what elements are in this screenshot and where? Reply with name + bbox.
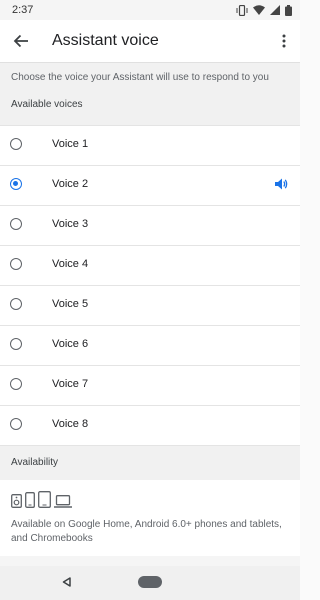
radio-button[interactable] bbox=[10, 378, 22, 390]
voice-description: Choose the voice your Assistant will use… bbox=[11, 72, 269, 83]
available-voices-header: Available voices bbox=[11, 99, 83, 110]
radio-button[interactable] bbox=[10, 258, 22, 270]
laptop-icon bbox=[54, 495, 72, 508]
system-nav-bar bbox=[0, 566, 300, 600]
vibrate-icon bbox=[236, 4, 248, 16]
phone-icon bbox=[25, 492, 35, 508]
arrow-back-icon bbox=[13, 34, 28, 48]
voice-option-4[interactable]: Voice 4 bbox=[0, 246, 300, 286]
signal-icon bbox=[270, 5, 280, 15]
speaker-icon bbox=[11, 494, 22, 508]
voice-option-7[interactable]: Voice 7 bbox=[0, 366, 300, 406]
status-time: 2:37 bbox=[12, 4, 34, 16]
nav-home-pill[interactable] bbox=[138, 576, 162, 588]
voice-option-3[interactable]: Voice 3 bbox=[0, 206, 300, 246]
radio-button[interactable] bbox=[10, 418, 22, 430]
radio-button[interactable] bbox=[10, 138, 22, 150]
voice-option-6[interactable]: Voice 6 bbox=[0, 326, 300, 366]
voice-option-1[interactable]: Voice 1 bbox=[0, 125, 300, 166]
status-icons bbox=[236, 4, 292, 16]
more-options-button[interactable] bbox=[272, 26, 296, 56]
voice-label: Voice 1 bbox=[52, 138, 89, 150]
voice-list: Voice 1 Voice 2 Voice 3 Voice 4 Voice 5 … bbox=[0, 125, 300, 446]
device-icons bbox=[11, 491, 72, 508]
battery-icon bbox=[285, 4, 292, 16]
page-title: Assistant voice bbox=[52, 32, 159, 49]
volume-icon[interactable] bbox=[274, 177, 288, 191]
voice-label: Voice 5 bbox=[52, 298, 89, 310]
availability-text: Available on Google Home, Android 6.0+ p… bbox=[11, 519, 282, 544]
radio-button[interactable] bbox=[10, 298, 22, 310]
voice-label: Voice 7 bbox=[52, 378, 89, 390]
voice-label: Voice 2 bbox=[52, 178, 89, 190]
tablet-icon bbox=[38, 491, 51, 508]
radio-button[interactable] bbox=[10, 338, 22, 350]
nav-back-icon[interactable] bbox=[62, 577, 71, 587]
voice-label: Voice 4 bbox=[52, 258, 89, 270]
voice-option-5[interactable]: Voice 5 bbox=[0, 286, 300, 326]
radio-button-selected[interactable] bbox=[10, 178, 22, 190]
voice-option-2[interactable]: Voice 2 bbox=[0, 166, 300, 206]
radio-button[interactable] bbox=[10, 218, 22, 230]
app-bar: Assistant voice bbox=[0, 20, 300, 62]
availability-card: Available on Google Home, Android 6.0+ p… bbox=[0, 480, 300, 564]
voice-label: Voice 8 bbox=[52, 418, 89, 430]
voice-option-8[interactable]: Voice 8 bbox=[0, 406, 300, 446]
more-vert-icon bbox=[282, 34, 286, 48]
availability-header: Availability bbox=[11, 457, 59, 468]
back-button[interactable] bbox=[6, 26, 36, 56]
wifi-icon bbox=[253, 5, 265, 15]
voice-label: Voice 3 bbox=[52, 218, 89, 230]
status-bar: 2:37 bbox=[0, 0, 300, 20]
scroll-fade bbox=[0, 556, 300, 566]
voice-label: Voice 6 bbox=[52, 338, 89, 350]
